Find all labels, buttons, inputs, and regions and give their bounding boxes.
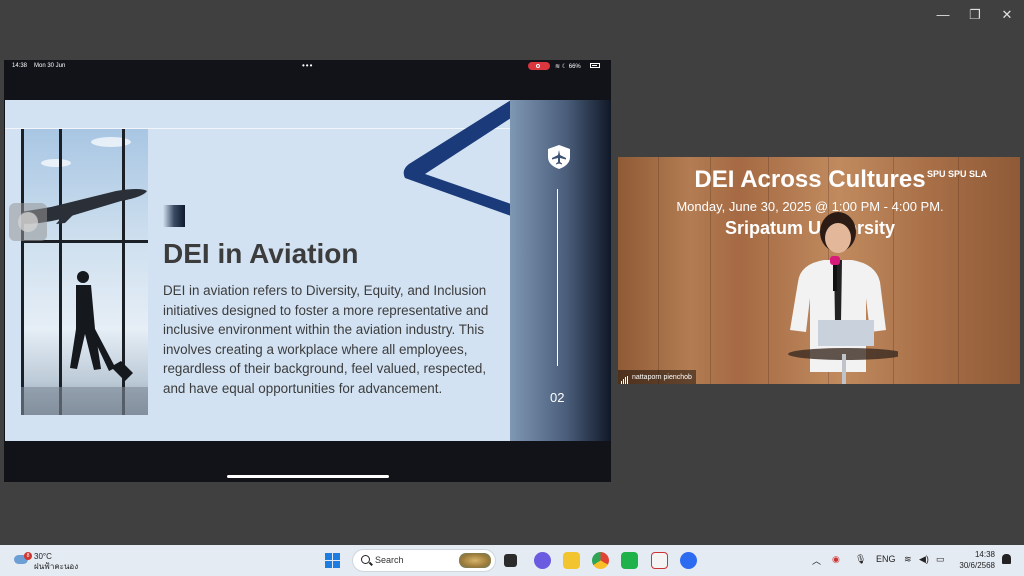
slide-number: 02 — [550, 390, 565, 405]
shared-screen[interactable]: 14:38 Mon 30 Jun ••• ≋ ☾ 66% DEI in Avia… — [4, 60, 611, 482]
clock[interactable]: 14:38 30/6/2568 — [957, 549, 995, 571]
wifi-icon[interactable]: ≋ — [904, 554, 912, 565]
status-more-icon: ••• — [302, 61, 314, 70]
side-divider — [557, 189, 558, 366]
shield-plane-icon — [548, 145, 570, 169]
slide-title: DEI in Aviation — [163, 238, 359, 269]
screen-record-icon — [528, 62, 550, 70]
weather-desc: ฝนฟ้าคะนอง — [34, 562, 79, 571]
volume-icon[interactable]: ◀) — [919, 554, 929, 565]
speaker-figure — [788, 212, 898, 384]
tablet-status-bar: 14:38 Mon 30 Jun ••• ≋ ☾ 66% — [4, 60, 611, 72]
airport-photo — [21, 129, 148, 415]
weather-temp: 30°C — [34, 552, 52, 561]
participant-name-tag: nattaporn pienchob — [618, 370, 696, 384]
taskbar: 8 30°C ฝนฟ้าคะนอง Search ︿ ◉ 🎙 ENG ≋ ◀) … — [0, 545, 1024, 576]
chat-app-icon[interactable] — [534, 552, 551, 569]
chrome-icon[interactable] — [592, 552, 609, 569]
microphone-icon[interactable]: 🎙 — [855, 554, 866, 565]
search-highlight-image — [459, 553, 491, 568]
file-explorer-icon[interactable] — [563, 552, 580, 569]
zoom-app-icon[interactable] — [680, 552, 697, 569]
clock-time: 14:38 — [974, 550, 995, 559]
battery-percent: 66% — [568, 64, 581, 70]
participant-video[interactable]: DEI Across Cultures Monday, June 30, 202… — [618, 157, 1020, 384]
battery-icon — [590, 63, 600, 68]
weather-badge: 8 — [24, 552, 32, 560]
search-box[interactable]: Search — [352, 549, 496, 572]
restore-button[interactable]: ❐ — [966, 6, 984, 24]
start-button[interactable] — [325, 553, 340, 568]
status-date: Mon 30 Jun — [34, 63, 66, 69]
chevron-decoration — [403, 100, 510, 216]
search-label: Search — [375, 555, 404, 565]
clock-date: 30/6/2568 — [959, 561, 995, 570]
notification-bell-icon[interactable] — [1002, 554, 1011, 564]
meet-now-icon[interactable]: ◉ — [832, 554, 840, 565]
wifi-icon: ≋ ☾ 66% — [555, 64, 581, 70]
presentation-slide: DEI in Aviation DEI in aviation refers t… — [5, 100, 510, 441]
close-button[interactable]: ✕ — [998, 6, 1016, 24]
sponsor-logos: SPU SPU SLA — [927, 169, 988, 179]
slide-side-band: 02 — [510, 100, 611, 441]
tray-chevron-icon[interactable]: ︿ — [812, 554, 821, 567]
status-time: 14:38 — [12, 63, 28, 69]
accent-square — [163, 205, 185, 227]
search-icon — [361, 555, 370, 564]
slide-body: DEI in aviation refers to Diversity, Equ… — [163, 283, 489, 396]
battery-icon[interactable]: ▭ — [936, 554, 945, 565]
language-indicator[interactable]: ENG — [876, 554, 896, 564]
home-indicator[interactable] — [227, 475, 389, 478]
signal-icon — [621, 370, 629, 384]
task-view-icon[interactable] — [504, 554, 517, 567]
participant-name: nattaporn pienchob — [632, 373, 692, 381]
pdf-app-icon[interactable] — [651, 552, 668, 569]
window-controls: — ❐ ✕ — [934, 6, 1016, 24]
airplane-traveler-illustration — [21, 189, 148, 415]
assistive-touch-button[interactable] — [9, 203, 47, 241]
minimize-button[interactable]: — — [934, 6, 952, 24]
line-app-icon[interactable] — [621, 552, 638, 569]
